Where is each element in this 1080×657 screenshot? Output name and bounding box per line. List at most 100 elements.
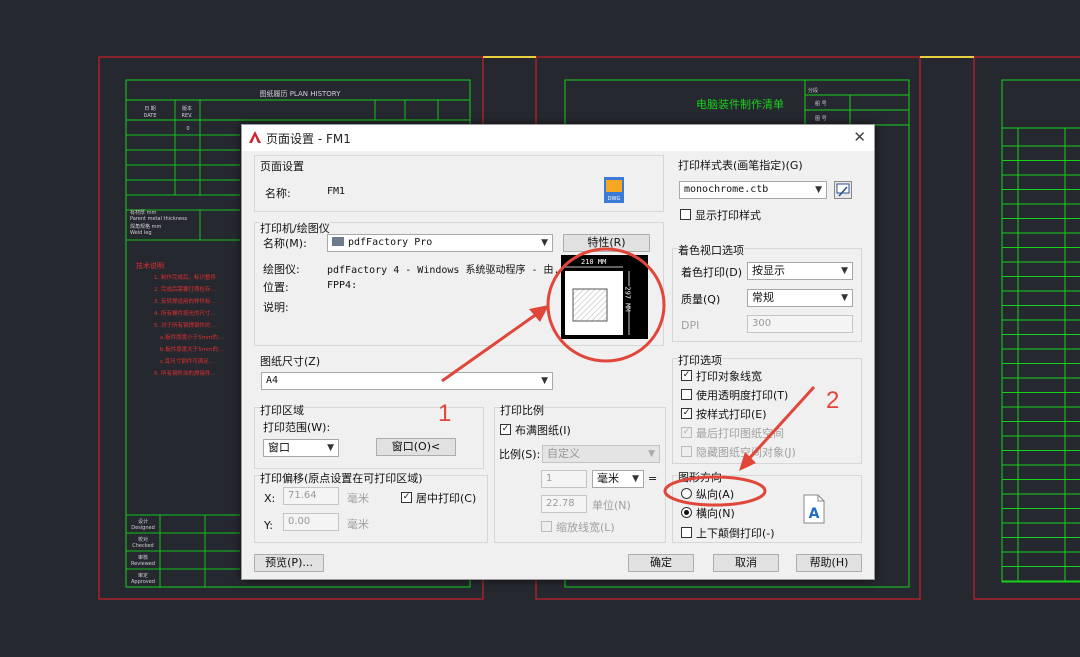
plot-option-checkbox[interactable] [681, 446, 692, 457]
plot-option-checkbox[interactable]: ✓ [681, 370, 692, 381]
paper-preview: 210 MM 297 MM [561, 255, 648, 339]
scale-unit-select[interactable]: 毫米 ▼ [592, 470, 644, 488]
printer-icon [332, 237, 344, 246]
svg-text:焊角规格 mm: 焊角规格 mm [130, 223, 161, 230]
dialog-title: 页面设置 - FM1 [266, 132, 351, 146]
paper-size-select[interactable]: A4 ▼ [261, 372, 553, 390]
display-plot-styles-label: 显示打印样式 [695, 209, 761, 222]
close-icon[interactable]: ✕ [853, 128, 866, 146]
ok-button[interactable]: 确定 [628, 554, 694, 572]
description-label: 说明: [263, 301, 289, 314]
svg-text:审核: 审核 [138, 554, 148, 561]
plot-style-select[interactable]: monochrome.ctb ▼ [679, 181, 827, 199]
history-title: 图纸履历 PLAN HISTORY [259, 89, 341, 98]
display-plot-styles-checkbox[interactable] [680, 209, 691, 220]
center-plot-label: 居中打印(C) [416, 492, 477, 505]
plot-options-heading: 打印选项 [678, 352, 722, 368]
plot-option-label: 打印对象线宽 [696, 370, 762, 383]
svg-text:审定: 审定 [138, 572, 148, 579]
chevron-down-icon: ▼ [541, 238, 548, 248]
scale-lineweights-checkbox[interactable] [541, 521, 552, 532]
page-setup-name: FM1 [327, 186, 346, 197]
x-offset-input[interactable]: 71.64 [283, 487, 339, 505]
dpi-label: DPI [681, 319, 700, 332]
printer-heading: 打印机/绘图仪 [260, 220, 330, 236]
shade-plot-label: 着色打印(D) [681, 266, 743, 279]
dialog-titlebar[interactable]: 页面设置 - FM1 ✕ [242, 125, 874, 151]
svg-text:3. 反转焊运用的样件标...: 3. 反转焊运用的样件标... [154, 297, 216, 305]
chevron-down-icon: ▼ [841, 293, 848, 303]
svg-text:REV.: REV. [182, 113, 193, 119]
plot-option-label: 使用透明度打印(T) [696, 389, 789, 402]
dwg-file-icon: DWG [604, 177, 624, 203]
center-plot-checkbox[interactable]: ✓ [401, 492, 412, 503]
fit-to-paper-label: 布满图纸(I) [515, 424, 571, 437]
scale-label: 比例(S): [499, 448, 541, 461]
plot-option-checkbox[interactable] [681, 389, 692, 400]
svg-text:Weld leg: Weld leg [130, 230, 152, 236]
svg-text:分段: 分段 [808, 87, 818, 94]
plot-scale-group: 打印比例 ✓ 布满图纸(I) 比例(S): 自定义 ▼ 1 毫米 ▼ = 22.… [494, 402, 666, 543]
plot-option-checkbox[interactable]: ✓ [681, 427, 692, 438]
svg-text:校对: 校对 [138, 536, 148, 543]
shade-plot-value: 按显示 [752, 264, 785, 277]
paper-size-value: A4 [266, 375, 279, 386]
svg-text:DATE: DATE [143, 113, 156, 119]
plot-options-group: 打印选项 ✓ 打印对象线宽 使用透明度打印(T) ✓ 按样式打印(E) ✓ 最后打印图纸空间… [672, 352, 862, 464]
quality-select[interactable]: 常规 ▼ [747, 289, 853, 307]
cancel-button[interactable]: 取消 [713, 554, 779, 572]
upside-down-checkbox[interactable] [681, 527, 692, 538]
svg-text:Parent metal thickness: Parent metal thickness [130, 216, 188, 222]
quality-value: 常规 [752, 291, 774, 304]
plot-range-select[interactable]: 窗口 ▼ [263, 439, 339, 457]
y-offset-input[interactable]: 0.00 [283, 513, 339, 531]
portrait-radio[interactable] [681, 488, 692, 499]
svg-text:Checked: Checked [132, 543, 153, 549]
svg-text:b.板件厚度大于5mm的...: b.板件厚度大于5mm的... [160, 345, 223, 353]
printer-select[interactable]: pdfFactory Pro ▼ [327, 234, 553, 252]
svg-text:6. 所有钢件涂的焊接件...: 6. 所有钢件涂的焊接件... [154, 369, 216, 377]
svg-text:船 号: 船 号 [815, 100, 827, 107]
svg-text:1. 制作完成后，标识整件: 1. 制作完成后，标识整件 [154, 273, 216, 281]
plot-offset-heading: 打印偏移(原点设置在可打印区域) [260, 470, 423, 486]
shaded-viewport-heading: 着色视口选项 [678, 242, 744, 258]
paper-size-group: 图纸尺寸(Z) A4 ▼ [254, 355, 664, 393]
autocad-logo-icon [249, 131, 261, 143]
scale-select[interactable]: 自定义 ▼ [542, 445, 660, 463]
plot-area-group: 打印区域 打印范围(W): 窗口 ▼ 窗口(O)< [254, 402, 484, 469]
svg-text:版本: 版本 [182, 105, 192, 112]
dpi-input[interactable]: 300 [747, 315, 853, 333]
shaded-viewport-group: 着色视口选项 着色打印(D) 按显示 ▼ 质量(Q) 常规 ▼ DPI 300 [672, 242, 862, 342]
plot-option-label: 按样式打印(E) [696, 408, 767, 421]
page-setup-dialog: 页面设置 - FM1 ✕ 页面设置 名称: FM1 DWG 打印机/绘图仪 名称… [241, 124, 875, 580]
shade-plot-select[interactable]: 按显示 ▼ [747, 262, 853, 280]
landscape-radio[interactable] [681, 507, 692, 518]
preview-height-label: 297 MM [623, 286, 632, 312]
x-label: X: [264, 492, 276, 505]
plot-style-table-group: 打印样式表(画笔指定)(G) monochrome.ctb ▼ 显示打印样式 [672, 155, 864, 227]
printer-name-value: pdfFactory Pro [348, 237, 433, 248]
window-pick-button[interactable]: 窗口(O)< [376, 438, 456, 456]
svg-text:5. 对于所有钢焊钢件的...: 5. 对于所有钢焊钢件的... [154, 321, 216, 329]
svg-text:c.耳尺寸钢件可满足...: c.耳尺寸钢件可满足... [160, 357, 214, 365]
properties-button[interactable]: 特性(R) [563, 234, 650, 252]
svg-text:A: A [809, 506, 820, 522]
where-label: 位置: [263, 281, 289, 294]
preview-width-label: 210 MM [579, 258, 609, 266]
help-button[interactable]: 帮助(H) [796, 554, 862, 572]
chevron-down-icon: ▼ [648, 449, 655, 459]
plot-style-table-heading: 打印样式表(画笔指定)(G) [678, 159, 803, 172]
plot-option-checkbox[interactable]: ✓ [681, 408, 692, 419]
fit-to-paper-checkbox[interactable]: ✓ [500, 424, 511, 435]
scale-numerator-input[interactable]: 1 [541, 470, 587, 488]
edit-plot-style-icon[interactable] [834, 181, 852, 199]
chevron-down-icon: ▼ [841, 266, 848, 276]
svg-text:设计: 设计 [138, 518, 148, 525]
preview-button[interactable]: 预览(P)... [254, 554, 324, 572]
svg-text:2. 完成后需要打质检存...: 2. 完成后需要打质检存... [154, 285, 216, 293]
scale-denominator-input[interactable]: 22.78 [541, 495, 587, 513]
printer-name-label: 名称(M): [263, 237, 307, 250]
orientation-heading: 图形方向 [678, 469, 722, 485]
rev-zero: 0 [186, 126, 189, 132]
scale-denominator-unit: 单位(N) [592, 499, 631, 512]
